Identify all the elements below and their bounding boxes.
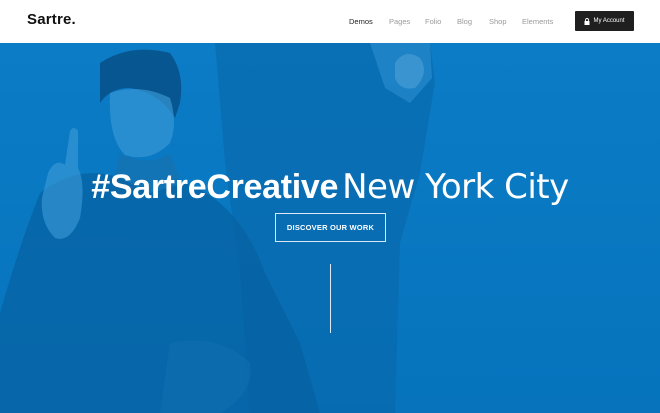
hero-section: #SartreCreative New York City DISCOVER OU… <box>0 43 660 413</box>
nav-item-folio[interactable]: Folio <box>425 17 441 26</box>
headline-hashtag: #SartreCreative <box>91 168 339 206</box>
nav-item-pages[interactable]: Pages <box>389 17 410 26</box>
site-logo[interactable]: Sartre. <box>27 11 76 28</box>
nav-item-elements[interactable]: Elements <box>522 17 553 26</box>
site-header: Sartre. Demos Pages Folio Blog Shop Elem… <box>0 0 660 43</box>
scroll-indicator-line <box>330 264 331 333</box>
my-account-button[interactable]: My Account <box>575 11 634 31</box>
my-account-label: My Account <box>593 18 625 24</box>
headline-city: New York City <box>342 167 569 207</box>
discover-our-work-button[interactable]: DISCOVER OUR WORK <box>275 213 386 242</box>
nav-item-demos[interactable]: Demos <box>349 17 373 26</box>
nav-item-shop[interactable]: Shop <box>489 17 507 26</box>
nav-item-blog[interactable]: Blog <box>457 17 472 26</box>
lock-icon <box>584 17 590 25</box>
hero-headline: #SartreCreative New York City <box>0 167 660 207</box>
